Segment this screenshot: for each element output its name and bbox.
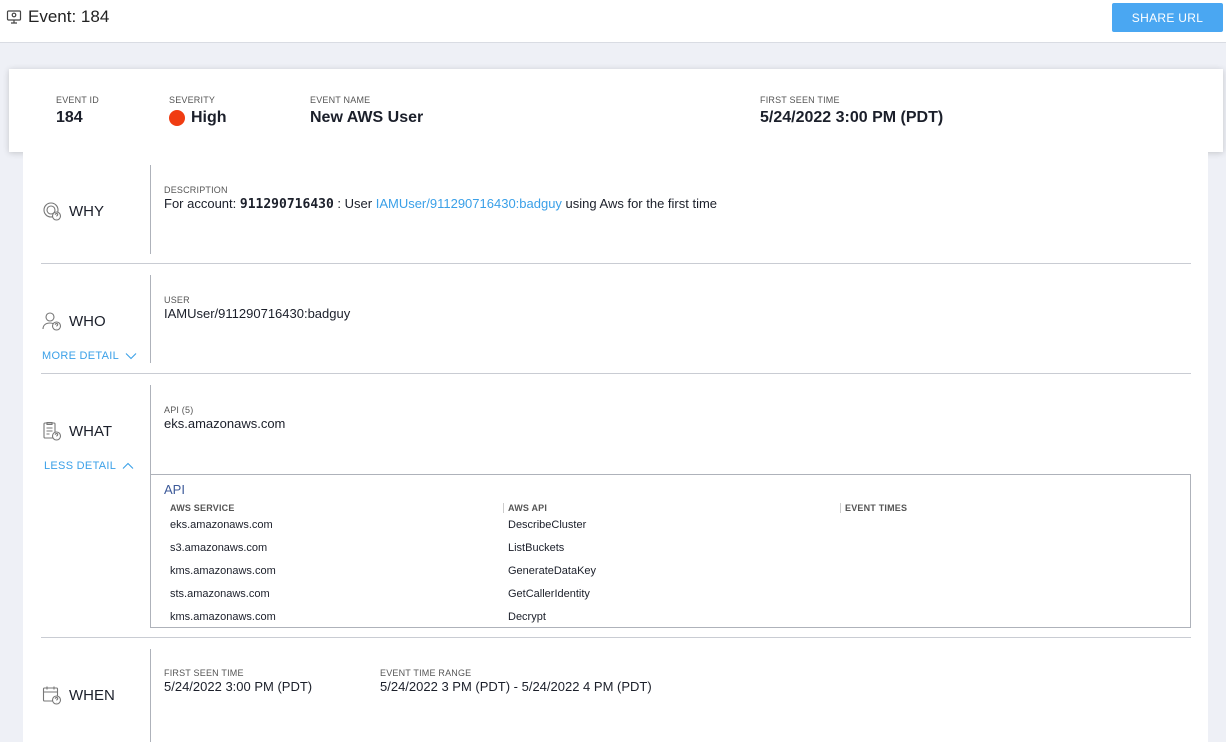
event-name-field: EVENT NAME New AWS User [310, 95, 423, 127]
why-heading-text: WHY [69, 202, 104, 220]
event-id-field: EVENT ID 184 [56, 95, 99, 127]
what-heading-text: WHAT [69, 422, 113, 440]
table-cell-api: Decrypt [508, 611, 546, 623]
who-icon [42, 312, 62, 331]
severity-field: SEVERITY High [169, 95, 227, 127]
api-table-title: API [164, 482, 185, 497]
why-icon [43, 202, 62, 221]
what-heading: WHAT [41, 420, 112, 442]
event-id-label: EVENT ID [56, 95, 99, 105]
severity-text: High [191, 109, 227, 126]
event-name-label: EVENT NAME [310, 95, 371, 105]
account-id: 911290716430 [239, 197, 334, 212]
first-seen-label: FIRST SEEN TIME [760, 95, 840, 105]
first-seen-value: 5/24/2022 3:00 PM (PDT) [760, 109, 944, 126]
event-time-range-label: EVENT TIME RANGE [380, 668, 472, 678]
table-cell-service: s3.amazonaws.com [170, 542, 268, 554]
table-cell-api: GenerateDataKey [508, 565, 597, 577]
api-table: API AWS SERVICE AWS API EVENT TIMES eks.… [150, 474, 1191, 628]
description-text: For account: 911290716430 : User IAMUser… [164, 196, 717, 212]
page-title-text: Event: 184 [28, 7, 110, 26]
col-separator [503, 503, 504, 513]
event-name-value: New AWS User [310, 109, 424, 126]
table-cell-api: ListBuckets [508, 542, 565, 554]
first-seen-field: FIRST SEEN TIME 5/24/2022 3:00 PM (PDT) [760, 95, 943, 127]
when-heading-text: WHEN [69, 686, 115, 704]
table-cell-api: GetCallerIdentity [508, 588, 590, 600]
top-bar: Event: 184 SHARE URL [0, 0, 1226, 43]
description-label: DESCRIPTION [164, 185, 228, 195]
severity-value: High [169, 109, 227, 127]
chevron-up-icon [122, 462, 134, 469]
api-label: API (5) [164, 405, 194, 415]
table-cell-api: DescribeCluster [508, 519, 587, 531]
event-id-value: 184 [56, 109, 83, 126]
why-section: WHY DESCRIPTION For account: 91129071643… [41, 152, 1191, 264]
when-first-seen-value: 5/24/2022 3:00 PM (PDT) [164, 679, 313, 694]
who-heading-text: WHO [69, 312, 106, 330]
description-suffix: using Aws for the first time [561, 196, 718, 211]
when-divider [150, 649, 151, 742]
share-url-button[interactable]: SHARE URL [1112, 3, 1223, 32]
user-value: IAMUser/911290716430:badguy [164, 306, 351, 321]
api-value: eks.amazonaws.com [164, 416, 286, 431]
monitor-icon [6, 10, 22, 24]
col-event-times: EVENT TIMES [845, 503, 908, 513]
page-title: Event: 184 [6, 7, 109, 27]
event-time-range-value: 5/24/2022 3 PM (PDT) - 5/24/2022 4 PM (P… [380, 679, 652, 694]
calendar-icon [42, 686, 62, 705]
col-separator [840, 503, 841, 513]
what-icon [43, 421, 62, 441]
col-aws-service: AWS SERVICE [170, 503, 235, 513]
why-heading: WHY [41, 200, 104, 222]
table-cell-service: kms.amazonaws.com [170, 565, 276, 577]
who-section: WHO MORE DETAIL USER IAMUser/91129071643… [41, 264, 1191, 374]
when-heading: WHEN [41, 684, 115, 706]
table-cell-service: eks.amazonaws.com [170, 519, 273, 531]
more-detail-link[interactable]: MORE DETAIL [42, 350, 137, 362]
more-detail-label: MORE DETAIL [42, 350, 120, 362]
event-summary-card: EVENT ID 184 SEVERITY High EVENT NAME Ne… [9, 69, 1223, 152]
col-aws-api: AWS API [508, 503, 548, 513]
description-mid: : User [333, 196, 376, 211]
when-first-seen-label: FIRST SEEN TIME [164, 668, 244, 678]
severity-label: SEVERITY [169, 95, 216, 105]
severity-dot-icon [169, 110, 185, 126]
table-cell-service: sts.amazonaws.com [170, 588, 270, 600]
event-details-panel: WHY DESCRIPTION For account: 91129071643… [23, 152, 1208, 742]
who-heading: WHO [41, 310, 106, 332]
why-divider [150, 165, 151, 254]
chevron-down-icon [125, 353, 137, 360]
when-section: WHEN FIRST SEEN TIME 5/24/2022 3:00 PM (… [41, 638, 1191, 742]
who-divider [150, 275, 151, 363]
description-prefix: For account: [164, 196, 240, 211]
less-detail-link[interactable]: LESS DETAIL [44, 460, 134, 472]
user-link[interactable]: IAMUser/911290716430:badguy [376, 196, 562, 211]
less-detail-label: LESS DETAIL [44, 460, 117, 472]
table-cell-service: kms.amazonaws.com [170, 611, 276, 623]
user-label: USER [164, 295, 190, 305]
